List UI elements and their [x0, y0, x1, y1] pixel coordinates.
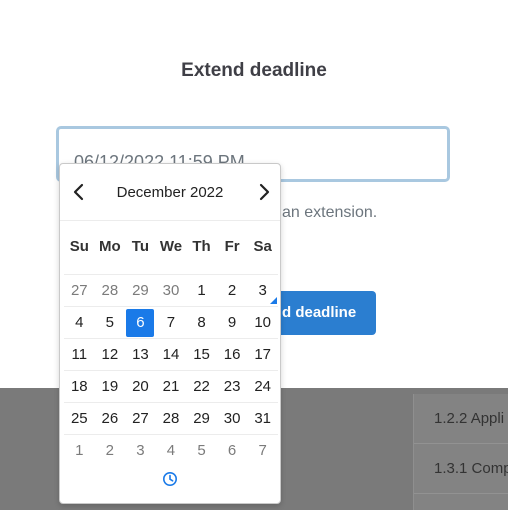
month-label: December 2022	[116, 184, 224, 201]
calendar-week: 1 2 3 4 5 6 7	[64, 435, 278, 466]
calendar-day[interactable]: 19	[95, 371, 126, 402]
help-text: an extension.	[282, 204, 378, 221]
page-title: Extend deadline	[181, 60, 327, 81]
background-table: 1.2.2 Appli 1.3.1 Comp	[413, 394, 508, 510]
calendar-day[interactable]: 22	[186, 371, 217, 402]
table-row: 1.3.1 Comp	[414, 444, 508, 494]
extend-deadline-button[interactable]: d deadline	[270, 291, 376, 335]
calendar-day[interactable]: 7	[156, 307, 187, 338]
calendar-day-today[interactable]: 3	[247, 275, 278, 306]
calendar-day[interactable]: 3	[125, 435, 156, 466]
date-picker-popup: December 2022 Su Mo Tu We Th Fr Sa 27 28…	[59, 163, 281, 504]
selected-day-label: 6	[126, 309, 155, 337]
calendar-day[interactable]: 16	[217, 339, 248, 370]
clock-icon	[163, 472, 177, 486]
calendar-day[interactable]: 9	[217, 307, 248, 338]
calendar-day[interactable]: 20	[125, 371, 156, 402]
calendar-day[interactable]: 30	[217, 403, 248, 434]
calendar-day[interactable]: 29	[125, 275, 156, 306]
calendar-day[interactable]: 14	[156, 339, 187, 370]
weekday-label: Mo	[99, 238, 121, 255]
calendar-day[interactable]: 21	[156, 371, 187, 402]
calendar-day[interactable]: 5	[95, 307, 126, 338]
calendar-day[interactable]: 28	[156, 403, 187, 434]
calendar-day[interactable]: 27	[64, 275, 95, 306]
weekday-label: Fr	[224, 238, 240, 255]
calendar-week: 18 19 20 21 22 23 24	[64, 371, 278, 403]
time-picker-toggle[interactable]	[162, 471, 178, 487]
weekday-header: Su Mo Tu We Th Fr Sa	[64, 220, 278, 275]
weekday-label: Su	[69, 238, 89, 255]
calendar-day[interactable]: 6	[217, 435, 248, 466]
chevron-right-icon	[259, 183, 270, 201]
calendar-day[interactable]: 10	[247, 307, 278, 338]
calendar-day[interactable]: 29	[186, 403, 217, 434]
calendar-week: 27 28 29 30 1 2 3	[64, 275, 278, 307]
calendar-day[interactable]: 27	[125, 403, 156, 434]
calendar-day[interactable]: 4	[156, 435, 187, 466]
calendar-day-selected[interactable]: 6	[125, 307, 156, 338]
calendar-day[interactable]: 2	[217, 275, 248, 306]
calendar-day[interactable]: 31	[247, 403, 278, 434]
table-row: 1.2.2 Appli	[414, 394, 508, 444]
weekday-label: Sa	[253, 238, 272, 255]
calendar-day[interactable]: 8	[186, 307, 217, 338]
calendar-day[interactable]: 4	[64, 307, 95, 338]
next-month-button[interactable]	[252, 180, 276, 204]
date-picker-header: December 2022	[60, 164, 280, 221]
calendar-day[interactable]: 26	[95, 403, 126, 434]
calendar-week: 4 5 6 7 8 9 10	[64, 307, 278, 339]
calendar-day[interactable]: 18	[64, 371, 95, 402]
calendar-day[interactable]: 24	[247, 371, 278, 402]
calendar-day[interactable]: 28	[95, 275, 126, 306]
weekday-label: We	[159, 238, 183, 255]
calendar-week: 25 26 27 28 29 30 31	[64, 403, 278, 435]
calendar-grid: Su Mo Tu We Th Fr Sa 27 28 29 30 1 2 3 4…	[64, 220, 278, 466]
weekday-label: Tu	[131, 238, 150, 255]
calendar-day[interactable]: 2	[95, 435, 126, 466]
calendar-day[interactable]: 11	[64, 339, 95, 370]
weekday-label: Th	[192, 238, 211, 255]
calendar-day[interactable]: 15	[186, 339, 217, 370]
calendar-day[interactable]: 25	[64, 403, 95, 434]
calendar-day[interactable]: 1	[186, 275, 217, 306]
calendar-day[interactable]: 7	[247, 435, 278, 466]
calendar-day[interactable]: 23	[217, 371, 248, 402]
calendar-day[interactable]: 12	[95, 339, 126, 370]
calendar-day[interactable]: 5	[186, 435, 217, 466]
calendar-week: 11 12 13 14 15 16 17	[64, 339, 278, 371]
calendar-day[interactable]: 30	[156, 275, 187, 306]
calendar-day[interactable]: 13	[125, 339, 156, 370]
calendar-day[interactable]: 17	[247, 339, 278, 370]
calendar-day[interactable]: 1	[64, 435, 95, 466]
